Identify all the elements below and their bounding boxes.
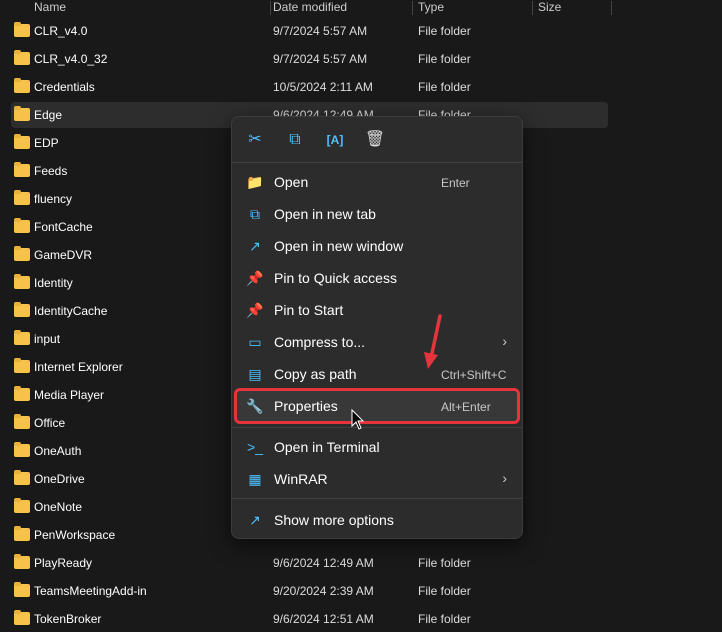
annotation-arrow (351, 314, 442, 430)
